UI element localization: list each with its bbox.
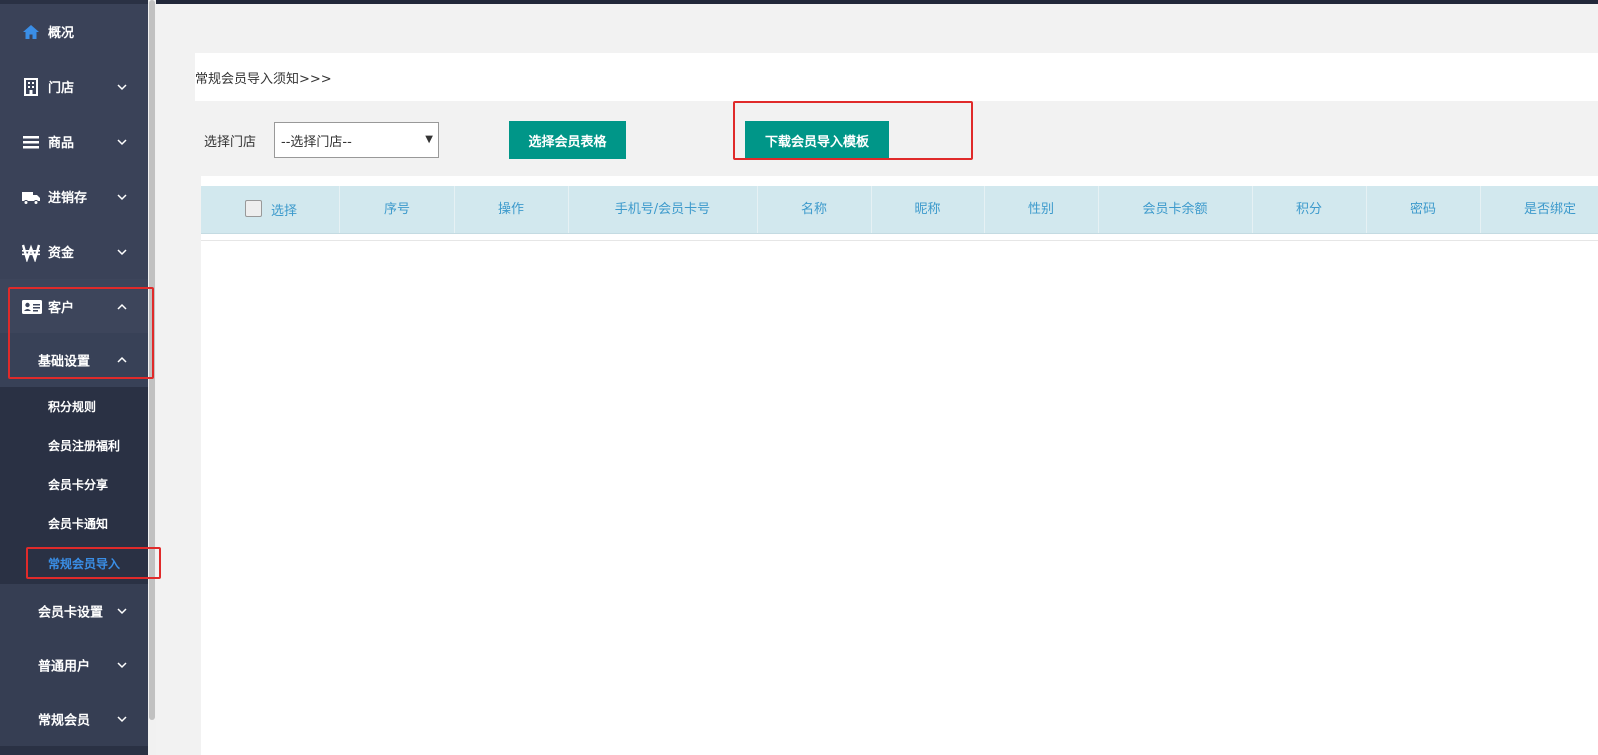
header-gender: 性别	[984, 186, 1099, 233]
store-select-value: --选择门店--	[281, 134, 352, 150]
nav-overview-label: 概况	[48, 26, 75, 41]
home-icon	[23, 24, 39, 39]
dropdown-arrow-icon: ▼	[425, 134, 433, 145]
nav-regular-members-label: 常规会员	[38, 713, 91, 729]
nav-goods[interactable]: 商品	[0, 114, 148, 169]
header-phone-card: 手机号/会员卡号	[568, 186, 758, 233]
header-card-balance: 会员卡余额	[1098, 186, 1253, 233]
nav-member-card-notify[interactable]: 会员卡通知	[48, 513, 108, 535]
chevron-down-icon	[117, 608, 127, 615]
header-name: 名称	[757, 186, 872, 233]
nav-inventory[interactable]: 进销存	[0, 169, 148, 224]
nav-card-settings[interactable]: 会员卡设置	[0, 584, 148, 638]
list-icon	[23, 135, 39, 148]
building-icon	[24, 77, 38, 96]
chevron-down-icon	[117, 138, 127, 145]
store-label: 选择门店	[204, 135, 257, 150]
member-table-panel	[201, 176, 1598, 755]
nav-card-settings-label: 会员卡设置	[38, 605, 104, 621]
nav-member-signup-benefits[interactable]: 会员注册福利	[48, 435, 120, 457]
header-nickname: 昵称	[871, 186, 985, 233]
table-body-divider	[201, 240, 1598, 241]
nav-store[interactable]: 门店	[0, 59, 148, 114]
top-bar	[156, 0, 1598, 4]
chevron-down-icon	[117, 248, 127, 255]
nav-funds-label: 资金	[48, 246, 75, 261]
chevron-down-icon	[117, 83, 127, 90]
header-password: 密码	[1366, 186, 1481, 233]
customer-highlight-box	[8, 287, 154, 379]
nav-goods-label: 商品	[48, 136, 75, 151]
import-notice-bar[interactable]: 常规会员导入须知>>>	[195, 53, 1598, 101]
header-points: 积分	[1252, 186, 1367, 233]
select-all-checkbox[interactable]	[245, 200, 262, 217]
won-icon	[21, 243, 41, 262]
header-select: 选择	[201, 186, 340, 233]
header-actions: 操作	[454, 186, 569, 233]
download-highlight-box	[733, 101, 973, 160]
nav-inventory-label: 进销存	[48, 191, 88, 206]
import-highlight-box	[26, 547, 161, 579]
nav-regular-members[interactable]: 常规会员	[0, 692, 148, 746]
header-index: 序号	[340, 186, 455, 233]
chevron-down-icon	[117, 716, 127, 723]
nav-member-card-share[interactable]: 会员卡分享	[48, 474, 108, 496]
nav-points-rules[interactable]: 积分规则	[48, 396, 96, 418]
store-select[interactable]: --选择门店-- ▼	[274, 122, 439, 158]
select-member-table-button[interactable]: 选择会员表格	[509, 121, 626, 159]
import-notice-text[interactable]: 常规会员导入须知>>>	[195, 68, 332, 87]
table-header-row: 选择 序号 操作 手机号/会员卡号 名称 昵称 性别 会员卡余额 积分 密码 是…	[201, 186, 1598, 234]
nav-overview[interactable]: 概况	[0, 4, 148, 59]
nav-store-label: 门店	[48, 81, 75, 96]
chevron-down-icon	[117, 662, 127, 669]
nav-normal-users[interactable]: 普通用户	[0, 638, 148, 692]
nav-funds[interactable]: 资金	[0, 224, 148, 279]
truck-icon	[22, 191, 40, 205]
nav-normal-users-label: 普通用户	[38, 659, 91, 675]
chevron-down-icon	[117, 193, 127, 200]
header-is-bound: 是否绑定	[1524, 202, 1577, 217]
